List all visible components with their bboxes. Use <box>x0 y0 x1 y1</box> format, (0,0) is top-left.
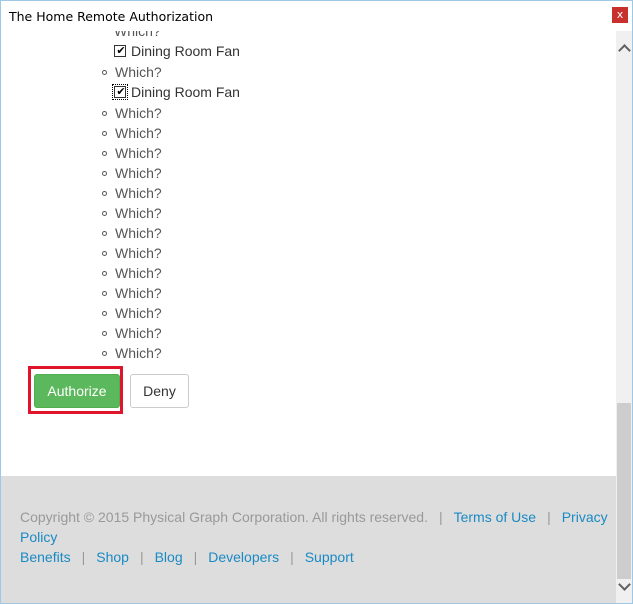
bullet-icon <box>102 250 107 256</box>
list-item: Which? <box>101 223 162 243</box>
bullet-icon <box>102 270 107 276</box>
bullet-icon <box>102 290 107 296</box>
list-item-label: Which? <box>115 125 162 141</box>
checkbox[interactable]: ✔ <box>114 45 126 58</box>
copyright-text: Copyright © 2015 Physical Graph Corporat… <box>20 509 428 525</box>
list-item-label: Which? <box>115 205 162 221</box>
footer-links: Benefits | Shop | Blog | Developers | Support <box>20 547 354 567</box>
list-item-label: Which? <box>115 285 162 301</box>
title-bar: The Home Remote Authorization x <box>1 1 632 31</box>
separator: | <box>547 509 551 525</box>
device-label: Dining Room Fan <box>131 43 240 59</box>
list-item-label: Which? <box>115 165 162 181</box>
separator: | <box>193 549 198 565</box>
list-item: Which? <box>101 203 162 223</box>
list-item: Which? <box>101 183 162 203</box>
benefits-link[interactable]: Benefits <box>20 549 71 565</box>
list-item-label: Which? <box>115 265 162 281</box>
list-item-partial: Which? <box>114 31 161 41</box>
scroll-up-arrow[interactable] <box>616 41 632 58</box>
bullet-icon <box>102 210 107 216</box>
device-list: Which? ✔ Dining Room Fan Which? ✔ Dining Roo… <box>1 31 616 476</box>
checkbox[interactable]: ✔ <box>112 84 128 101</box>
authorize-button[interactable]: Authorize <box>34 374 120 408</box>
list-item: Which? <box>101 263 162 283</box>
authorization-window: The Home Remote Authorization x Which? ✔… <box>0 0 633 604</box>
separator: | <box>438 509 443 525</box>
bullet-icon <box>102 150 107 156</box>
device-checkbox-item[interactable]: ✔ Dining Room Fan <box>114 41 240 61</box>
vertical-scrollbar[interactable] <box>616 31 632 603</box>
bullet-icon <box>102 310 107 316</box>
list-item-label: Which? <box>115 225 162 241</box>
list-item-label: Which? <box>115 145 162 161</box>
device-label: Dining Room Fan <box>131 84 240 100</box>
scroll-thumb[interactable] <box>617 403 631 579</box>
close-icon: x <box>616 8 624 21</box>
page-content: Which? ✔ Dining Room Fan Which? ✔ Dining Roo… <box>1 31 616 603</box>
chevron-up-icon <box>617 44 631 57</box>
separator: | <box>139 549 144 565</box>
bullet-icon <box>102 330 107 336</box>
scroll-down-arrow[interactable] <box>616 578 632 595</box>
bullet-icon <box>102 170 107 176</box>
deny-button[interactable]: Deny <box>130 374 189 408</box>
list-item-label: Which? <box>115 305 162 321</box>
window-title: The Home Remote Authorization <box>9 9 214 24</box>
list-item: Which? <box>101 123 162 143</box>
developers-link[interactable]: Developers <box>208 549 279 565</box>
support-link[interactable]: Support <box>305 549 354 565</box>
list-item: Which? <box>101 283 162 303</box>
list-item-label: Which? <box>115 325 162 341</box>
list-item-label: Which? <box>115 245 162 261</box>
bullet-icon <box>102 69 107 75</box>
separator: | <box>290 549 294 565</box>
shop-link[interactable]: Shop <box>96 549 129 565</box>
list-item-label: Which? <box>115 345 162 361</box>
list-item-label: Which? <box>115 185 162 201</box>
footer: Copyright © 2015 Physical Graph Corporat… <box>1 476 616 603</box>
list-item: Which? <box>101 323 162 343</box>
separator: | <box>81 549 86 565</box>
checkmark-icon: ✔ <box>116 45 126 58</box>
bullet-icon <box>102 190 107 196</box>
bullet-icon <box>102 110 107 116</box>
close-button[interactable]: x <box>612 7 628 23</box>
blog-link[interactable]: Blog <box>155 549 183 565</box>
chevron-down-icon <box>617 578 631 591</box>
list-item: Which? <box>101 303 162 323</box>
list-item: Which? <box>101 163 162 183</box>
list-item: Which? <box>101 343 162 363</box>
bullet-icon <box>102 350 107 356</box>
list-item: Which? <box>101 62 162 82</box>
list-item-label: Which? <box>115 64 162 80</box>
checkmark-icon: ✔ <box>116 86 126 99</box>
list-item-label: Which? <box>114 31 161 39</box>
device-checkbox-item[interactable]: ✔ Dining Room Fan <box>112 82 240 102</box>
footer-legal: Copyright © 2015 Physical Graph Corporat… <box>20 507 616 547</box>
list-item: Which? <box>101 243 162 263</box>
bullet-icon <box>102 230 107 236</box>
list-item: Which? <box>101 143 162 163</box>
list-item-label: Which? <box>115 105 162 121</box>
list-item: Which? <box>101 103 162 123</box>
terms-link[interactable]: Terms of Use <box>454 509 536 525</box>
bullet-icon <box>102 130 107 136</box>
